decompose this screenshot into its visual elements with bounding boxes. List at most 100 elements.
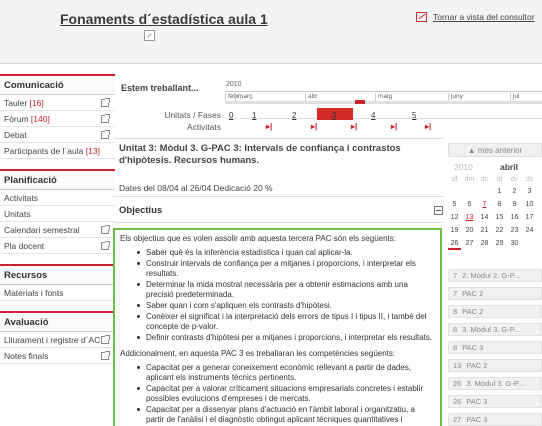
calendar-day[interactable]: 7 <box>478 201 491 211</box>
sidebar-item-label: Lliurament i registre d´AC <box>4 335 101 345</box>
sidebar-item[interactable]: Fòrum [140] <box>0 111 115 127</box>
timeline-month: abr <box>305 93 317 101</box>
timeline: Estem treballant... 2010 febr març abr maig… <box>121 78 542 133</box>
calendar-day[interactable]: 6 <box>463 201 476 211</box>
calendar-day[interactable]: 19 <box>448 227 461 237</box>
sidebar-item[interactable]: Lliurament i registre d´AC <box>0 332 115 348</box>
timeline-unit-link[interactable]: 4 <box>371 111 375 120</box>
calendar-day[interactable]: 24 <box>523 227 536 237</box>
sidebar-item[interactable]: Notes finals <box>0 348 115 364</box>
timeline-unit-link[interactable]: 0 <box>229 111 233 120</box>
timeline-unit-link[interactable]: 5 <box>412 111 416 120</box>
activity-marker-icon[interactable]: ▸| <box>311 122 317 131</box>
calendar-day[interactable]: 21 <box>478 227 491 237</box>
calendar-day[interactable]: 23 <box>508 227 521 237</box>
external-link-icon[interactable] <box>101 98 110 107</box>
calendar-event[interactable]: 26 PAC 3 <box>448 395 542 408</box>
sidebar-item[interactable]: Pla docent <box>0 238 115 254</box>
return-consultant-view-link[interactable]: Tornar a vista del consultor <box>433 12 535 22</box>
sidebar-item[interactable]: Participants de l´aula [13] <box>0 143 115 159</box>
unit-panel: Unitat 3: Mòdul 3. G-PAC 3: Intervals de… <box>113 138 443 223</box>
prev-month-label: mes anterior <box>477 146 523 155</box>
external-link-icon[interactable] <box>101 225 110 234</box>
calendar-weekday: dv <box>510 176 519 183</box>
sidebar-item[interactable]: Debat <box>0 127 115 143</box>
calendar-day[interactable]: 28 <box>478 240 491 250</box>
prev-month-button[interactable]: ▲ mes anterior <box>448 143 542 157</box>
calendar-event[interactable]: 8 PAC 2 <box>448 305 542 318</box>
calendar-day[interactable]: 8 <box>493 201 506 211</box>
calendar-event[interactable]: 8 3. Mòdul 3. G-P... <box>448 323 542 336</box>
calendar-day[interactable]: 15 <box>493 214 506 224</box>
calendar-day[interactable]: 10 <box>523 201 536 211</box>
timeline-unit-link[interactable]: 2 <box>292 111 296 120</box>
calendar-day[interactable]: 17 <box>523 214 536 224</box>
external-link-icon[interactable] <box>101 335 110 344</box>
calendar-day[interactable]: 20 <box>463 227 476 237</box>
activity-marker-icon[interactable]: ▸| <box>425 122 431 131</box>
external-link-icon[interactable] <box>101 114 110 123</box>
objective-item: Determinar la mida mostral necessària pe… <box>137 280 435 300</box>
timeline-month: maig <box>375 93 392 101</box>
sidebar-section: Avaluació Lliurament i registre d´AC Notes… <box>0 311 115 364</box>
sidebar-item[interactable]: Unitats <box>0 206 115 222</box>
calendar-year: 2010 <box>454 162 473 172</box>
edit-icon[interactable] <box>144 30 155 41</box>
calendar-day[interactable]: 2 <box>508 188 521 198</box>
sidebar-item[interactable]: Activitats <box>0 190 115 206</box>
timeline-month: jul <box>510 93 520 101</box>
calendar-event[interactable]: 7 PAC 2 <box>448 287 542 300</box>
timeline-months: febr març abr maig juny jul <box>225 91 542 101</box>
sidebar-item-label: Fòrum <box>4 114 31 124</box>
calendar-day[interactable]: 14 <box>478 214 491 224</box>
calendar-day[interactable]: 22 <box>493 227 506 237</box>
calendar-month: abril <box>500 162 518 172</box>
timeline-bar <box>225 101 542 104</box>
calendar-event[interactable]: 8 PAC 3 <box>448 341 542 354</box>
objective-item: Saber què és la inferència estadística i… <box>137 248 435 258</box>
timeline-unit-link[interactable]: 1 <box>252 111 256 120</box>
collapse-icon[interactable] <box>434 206 443 215</box>
calendar-day[interactable]: 9 <box>508 201 521 211</box>
external-link-icon[interactable] <box>101 351 110 360</box>
calendar-event-day: 7 <box>453 289 458 298</box>
calendar-day[interactable]: 29 <box>493 240 506 250</box>
calendar-day[interactable]: 26 <box>448 240 461 250</box>
sidebar-item[interactable]: Materials i fonts <box>0 285 115 301</box>
timeline-today-marker <box>355 100 365 104</box>
sidebar-item-label: Calendari semestral <box>4 225 80 235</box>
competence-item: Capacitat per a dissenyar plans d'actuac… <box>137 405 435 426</box>
activity-marker-icon[interactable]: ▸| <box>351 122 357 131</box>
units-track <box>225 110 542 119</box>
calendar-day[interactable]: 16 <box>508 214 521 224</box>
objectives-list: Saber què és la inferència estadística i… <box>137 248 435 343</box>
calendar-event[interactable]: 26 3. Mòdul 3. G-P... <box>448 377 542 390</box>
calendar-event[interactable]: 13 PAC 2 <box>448 359 542 372</box>
sidebar-item[interactable]: Calendari semestral <box>0 222 115 238</box>
sidebar-item[interactable]: Tauler [16] <box>0 95 115 111</box>
calendar-day[interactable]: 5 <box>448 201 461 211</box>
calendar-event[interactable]: 27 PAC 3 <box>448 413 542 426</box>
calendar-day[interactable]: 3 <box>523 188 536 198</box>
dates-value: del 08/04 al 26/04 <box>141 183 214 193</box>
calendar-day[interactable]: 27 <box>463 240 476 250</box>
sidebar-item-label: Tauler <box>4 98 30 108</box>
calendar-event-label: PAC 3 <box>466 397 488 406</box>
external-link-icon[interactable] <box>101 241 110 250</box>
site-title-link[interactable]: Fonaments d´estadística aula 1 <box>60 11 268 27</box>
activity-marker-icon[interactable]: ▸| <box>391 122 397 131</box>
sidebar-section-title: Avaluació <box>0 311 115 332</box>
objectives-label: Objectius <box>119 205 163 216</box>
objective-item: Saber quan i com s'apliquen els contrast… <box>137 301 435 311</box>
sidebar-section: Planificació Activitats Unitats Calendari s… <box>0 169 115 254</box>
activity-marker-icon[interactable]: ▸| <box>266 122 272 131</box>
calendar-event[interactable]: 7 2. Mòdul 2. G-P... <box>448 269 542 282</box>
external-link-icon[interactable] <box>101 130 110 139</box>
calendar-day[interactable]: 1 <box>493 188 506 198</box>
calendar-day[interactable]: 13 <box>463 214 476 224</box>
calendar-day[interactable]: 30 <box>508 240 521 250</box>
objective-item: Conèixer el significat i la interpretaci… <box>137 312 435 332</box>
calendar-day[interactable]: 12 <box>448 214 461 224</box>
calendar-event-label: PAC 3 <box>462 343 484 352</box>
timeline-unit-link[interactable]: 3 <box>332 111 336 120</box>
